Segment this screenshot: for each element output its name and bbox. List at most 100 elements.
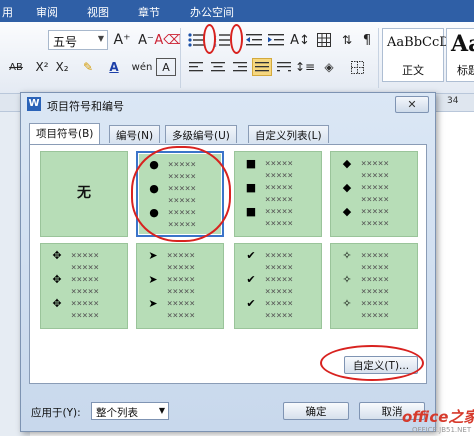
distributed-align-icon[interactable] bbox=[274, 58, 294, 76]
char-border-icon[interactable]: A bbox=[156, 58, 176, 76]
align-left-icon[interactable] bbox=[186, 58, 206, 76]
highlight-icon[interactable]: ✎ bbox=[78, 58, 98, 76]
style-preview: Aa bbox=[451, 31, 474, 57]
ribbon: 五号 ▼ A⁺ A⁻ A⌫ AB X² X₂ ✎ A wén A 123 A↕ … bbox=[0, 22, 474, 94]
placeholder-x: ××××× bbox=[265, 287, 294, 297]
bullet-four-diamond-icon: ✥ bbox=[52, 297, 62, 310]
bullet-option-arrow[interactable]: ➤ ××××× ××××× ➤ ××××× ××××× ➤ ××××× ××××× bbox=[136, 243, 224, 329]
bullet-square-icon: ■ bbox=[245, 157, 257, 170]
tab-custom-list[interactable]: 自定义列表(L) bbox=[248, 125, 329, 143]
bullet-check-icon: ✔ bbox=[246, 273, 256, 286]
placeholder-x: ××××× bbox=[71, 251, 100, 261]
subscript-icon[interactable]: X₂ bbox=[52, 58, 72, 76]
line-spacing-icon[interactable]: ↕≡ bbox=[295, 58, 315, 76]
menu-bar: 用 审阅 视图 章节 办公空间 bbox=[0, 0, 474, 22]
show-marks-icon[interactable]: ¶ bbox=[358, 30, 376, 50]
menu-tab-review[interactable]: 审阅 bbox=[36, 4, 58, 20]
dialog-title-bar[interactable]: W 项目符号和编号 ✕ bbox=[21, 93, 435, 117]
bullet-option-four-diamond[interactable]: ✥ ××××× ××××× ✥ ××××× ××××× ✥ ××××× ××××× bbox=[40, 243, 128, 329]
tab-bullets[interactable]: 项目符号(B) bbox=[29, 123, 101, 144]
bullet-four-diamond-icon: ✥ bbox=[52, 273, 62, 286]
bullet-star-icon: ✧ bbox=[342, 249, 352, 262]
placeholder-x: ××××× bbox=[361, 299, 390, 309]
bullet-option-square[interactable]: ■ ××××× ××××× ■ ××××× ××××× ■ ××××× ××××× bbox=[234, 151, 322, 237]
apply-to-select[interactable]: 整个列表 ▼ bbox=[91, 402, 169, 420]
decrease-indent-icon[interactable] bbox=[244, 30, 264, 50]
strikethrough-icon[interactable]: AB bbox=[4, 58, 28, 76]
bullet-diamond-icon: ◆ bbox=[342, 205, 352, 218]
increase-indent-icon[interactable] bbox=[266, 30, 286, 50]
phonetic-guide-icon[interactable]: wén bbox=[130, 58, 154, 76]
placeholder-x: ××××× bbox=[265, 275, 294, 285]
bullet-option-diamond[interactable]: ◆ ××××× ××××× ◆ ××××× ××××× ◆ ××××× ××××× bbox=[330, 151, 418, 237]
bullet-diamond-icon: ◆ bbox=[342, 157, 352, 170]
tab-multilevel[interactable]: 多级编号(U) bbox=[165, 125, 237, 143]
style-heading[interactable]: Aa 标题 bbox=[446, 28, 474, 82]
chevron-down-icon: ▼ bbox=[97, 34, 104, 43]
placeholder-x: ××××× bbox=[361, 263, 390, 273]
bullet-option-none[interactable]: 无 bbox=[40, 151, 128, 237]
placeholder-x: ××××× bbox=[361, 159, 390, 169]
bullet-option-star[interactable]: ✧ ××××× ××××× ✧ ××××× ××××× ✧ ××××× ××××× bbox=[330, 243, 418, 329]
menu-tab-section[interactable]: 章节 bbox=[138, 4, 160, 20]
placeholder-x: ××××× bbox=[71, 263, 100, 273]
apply-to-label: 应用于(Y): bbox=[31, 407, 81, 419]
ruler-number: 34 bbox=[447, 96, 459, 106]
placeholder-x: ××××× bbox=[71, 311, 100, 321]
close-button[interactable]: ✕ bbox=[395, 96, 429, 113]
menu-tab-view[interactable]: 视图 bbox=[87, 4, 109, 20]
shading-icon[interactable]: ◈ bbox=[318, 58, 340, 76]
tab-numbering[interactable]: 编号(N) bbox=[109, 125, 161, 143]
placeholder-x: ××××× bbox=[265, 195, 294, 205]
apply-to-value: 整个列表 bbox=[96, 407, 138, 419]
ribbon-separator bbox=[180, 28, 181, 88]
sort-icon[interactable]: ⇅ bbox=[338, 30, 356, 50]
grow-font-icon[interactable]: A⁺ bbox=[112, 30, 132, 50]
placeholder-x: ××××× bbox=[265, 159, 294, 169]
site-watermark: office之家 OFFICE.JB51.NET bbox=[398, 404, 474, 436]
dialog-title: 项目符号和编号 bbox=[47, 100, 124, 113]
placeholder-x: ××××× bbox=[167, 287, 196, 297]
annotation-circle bbox=[230, 24, 243, 54]
placeholder-x: ××××× bbox=[265, 311, 294, 321]
bullet-four-diamond-icon: ✥ bbox=[52, 249, 62, 262]
align-justify-icon[interactable] bbox=[252, 58, 272, 76]
placeholder-x: ××××× bbox=[265, 251, 294, 261]
bullet-star-icon: ✧ bbox=[342, 273, 352, 286]
watermark-url: OFFICE.JB51.NET bbox=[412, 426, 472, 434]
placeholder-x: ××××× bbox=[265, 171, 294, 181]
menu-tab-office-space[interactable]: 办公空间 bbox=[190, 4, 234, 20]
align-right-icon[interactable] bbox=[230, 58, 250, 76]
bullet-star-icon: ✧ bbox=[342, 297, 352, 310]
align-center-icon[interactable] bbox=[208, 58, 228, 76]
bullet-diamond-icon: ◆ bbox=[342, 181, 352, 194]
placeholder-x: ××××× bbox=[167, 299, 196, 309]
annotation-circle bbox=[203, 24, 216, 54]
ok-button[interactable]: 确定 bbox=[283, 402, 349, 420]
menu-tab-0[interactable]: 用 bbox=[2, 4, 13, 20]
placeholder-x: ××××× bbox=[167, 263, 196, 273]
placeholder-x: ××××× bbox=[361, 207, 390, 217]
placeholder-x: ××××× bbox=[361, 275, 390, 285]
table-icon[interactable] bbox=[314, 30, 334, 50]
placeholder-x: ××××× bbox=[361, 183, 390, 193]
borders-icon[interactable] bbox=[346, 58, 368, 76]
placeholder-x: ××××× bbox=[265, 183, 294, 193]
clear-format-icon[interactable]: A⌫ bbox=[154, 30, 181, 50]
style-label: 正文 bbox=[402, 64, 424, 77]
placeholder-x: ××××× bbox=[167, 311, 196, 321]
text-direction-icon[interactable]: A↕ bbox=[288, 30, 312, 50]
none-label: 无 bbox=[77, 185, 91, 201]
font-size-select[interactable]: 五号 ▼ bbox=[48, 30, 108, 50]
style-normal[interactable]: AaBbCcDc 正文 bbox=[382, 28, 457, 82]
placeholder-x: ××××× bbox=[167, 275, 196, 285]
shrink-font-icon[interactable]: A⁻ bbox=[136, 30, 156, 50]
bullet-option-check[interactable]: ✔ ××××× ××××× ✔ ××××× ××××× ✔ ××××× ××××× bbox=[234, 243, 322, 329]
placeholder-x: ××××× bbox=[265, 263, 294, 273]
bullets-numbering-dialog: W 项目符号和编号 ✕ 项目符号(B) 编号(N) 多级编号(U) 自定义列表(… bbox=[20, 92, 436, 432]
font-color-icon[interactable]: A bbox=[104, 58, 124, 76]
superscript-icon[interactable]: X² bbox=[32, 58, 52, 76]
ribbon-separator bbox=[378, 28, 379, 88]
placeholder-x: ××××× bbox=[361, 287, 390, 297]
bullet-check-icon: ✔ bbox=[246, 297, 256, 310]
